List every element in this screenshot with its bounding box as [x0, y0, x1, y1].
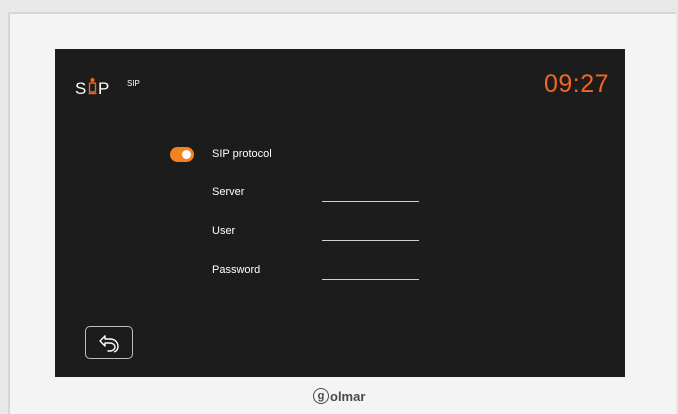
- sip-logo-icon: S P: [75, 78, 109, 98]
- sip-protocol-toggle[interactable]: [170, 147, 194, 162]
- back-arrow-icon: [99, 335, 119, 353]
- server-field[interactable]: [322, 187, 419, 202]
- svg-text:P: P: [98, 79, 109, 98]
- toggle-knob: [182, 150, 191, 159]
- back-button[interactable]: [85, 326, 133, 359]
- user-label: User: [212, 225, 236, 237]
- golmar-logo: g olmar: [313, 386, 365, 406]
- password-field[interactable]: [322, 265, 419, 280]
- server-label: Server: [212, 186, 245, 198]
- password-label: Password: [212, 264, 261, 276]
- brand-initial: g: [313, 388, 329, 404]
- svg-text:S: S: [75, 79, 86, 98]
- user-field[interactable]: [322, 226, 419, 241]
- sip-protocol-label: SIP protocol: [212, 148, 272, 160]
- page-title: SIP: [127, 79, 140, 88]
- clock: 09:27: [543, 70, 609, 98]
- screen: S P SIP 09:27 SIP protocol Server User P…: [55, 49, 625, 377]
- brand-name: olmar: [330, 388, 366, 404]
